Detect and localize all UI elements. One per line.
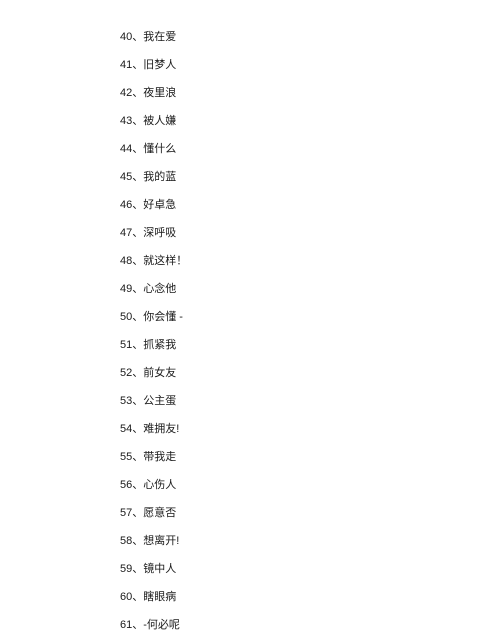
item-number: 43 [120,115,132,127]
item-text: 愿意否 [143,507,176,519]
item-separator: 、 [132,423,143,435]
list-item: 58、想离开! [120,536,500,547]
item-separator: 、 [132,395,143,407]
item-number: 60 [120,591,132,603]
item-text: 公主蛋 [143,395,176,407]
list-item: 51、抓紧我 [120,340,500,351]
item-number: 48 [120,255,132,267]
item-number: 41 [120,59,132,71]
item-text: 旧梦人 [143,59,176,71]
item-text: 你会懂 - [143,311,183,323]
item-number: 50 [120,311,132,323]
item-text: 好卓急 [143,199,176,211]
list-item: 44、懂什么 [120,144,500,155]
item-separator: 、 [132,171,143,183]
item-text: 就这样！ [143,255,187,267]
list-item: 54、难拥友! [120,424,500,435]
item-number: 49 [120,283,132,295]
list-item: 46、好卓急 [120,200,500,211]
item-number: 53 [120,395,132,407]
item-separator: 、 [132,535,143,547]
item-text: 我在爱 [143,31,176,43]
list-item: 45、我的蓝 [120,172,500,183]
item-number: 42 [120,87,132,99]
list-item: 61、-何必呢 [120,620,500,631]
item-text: 深呼吸 [143,227,176,239]
list-item: 49、心念他 [120,284,500,295]
item-text: 前女友 [143,367,176,379]
item-separator: 、 [132,367,143,379]
item-number: 58 [120,535,132,547]
item-separator: 、 [132,283,143,295]
item-text: 心伤人 [143,479,176,491]
numbered-list: 40、我在爱41、旧梦人42、夜里浪43、被人嫌44、懂什么45、我的蓝46、好… [120,32,500,631]
list-item: 59、镜中人 [120,564,500,575]
item-number: 57 [120,507,132,519]
item-number: 47 [120,227,132,239]
list-item: 50、你会懂 - [120,312,500,323]
item-number: 51 [120,339,132,351]
item-text: 我的蓝 [143,171,176,183]
item-text: 心念他 [143,283,176,295]
item-number: 46 [120,199,132,211]
item-separator: 、 [132,451,143,463]
item-number: 40 [120,31,132,43]
list-item: 43、被人嫌 [120,116,500,127]
item-separator: 、 [132,479,143,491]
list-item: 60、瞎眼病 [120,592,500,603]
item-number: 61 [120,619,132,631]
item-number: 54 [120,423,132,435]
item-number: 45 [120,171,132,183]
list-item: 41、旧梦人 [120,60,500,71]
item-separator: 、 [132,199,143,211]
item-number: 52 [120,367,132,379]
document-page: 40、我在爱41、旧梦人42、夜里浪43、被人嫌44、懂什么45、我的蓝46、好… [0,0,500,631]
list-item: 56、心伤人 [120,480,500,491]
item-number: 59 [120,563,132,575]
item-number: 44 [120,143,132,155]
list-item: 47、深呼吸 [120,228,500,239]
item-text: 难拥友! [143,423,179,435]
list-item: 53、公主蛋 [120,396,500,407]
item-separator: 、 [132,311,143,323]
item-separator: 、 [132,227,143,239]
list-item: 55、带我走 [120,452,500,463]
item-number: 56 [120,479,132,491]
item-text: 抓紧我 [143,339,176,351]
item-text: 夜里浪 [143,87,176,99]
list-item: 52、前女友 [120,368,500,379]
item-text: 被人嫌 [143,115,176,127]
item-separator: 、 [132,507,143,519]
item-separator: 、 [132,563,143,575]
item-separator: 、 [132,255,143,267]
item-separator: 、 [132,31,143,43]
item-text: 瞎眼病 [143,591,176,603]
item-text: 镜中人 [143,563,176,575]
list-item: 42、夜里浪 [120,88,500,99]
list-item: 48、就这样！ [120,256,500,267]
item-separator: 、 [132,59,143,71]
item-number: 55 [120,451,132,463]
item-text: 带我走 [143,451,176,463]
list-item: 40、我在爱 [120,32,500,43]
item-separator: 、 [132,143,143,155]
item-separator: 、 [132,87,143,99]
item-separator: 、 [132,619,143,631]
item-text: -何必呢 [143,619,180,631]
item-text: 想离开! [143,535,179,547]
item-separator: 、 [132,339,143,351]
item-text: 懂什么 [143,143,176,155]
item-separator: 、 [132,591,143,603]
item-separator: 、 [132,115,143,127]
list-item: 57、愿意否 [120,508,500,519]
